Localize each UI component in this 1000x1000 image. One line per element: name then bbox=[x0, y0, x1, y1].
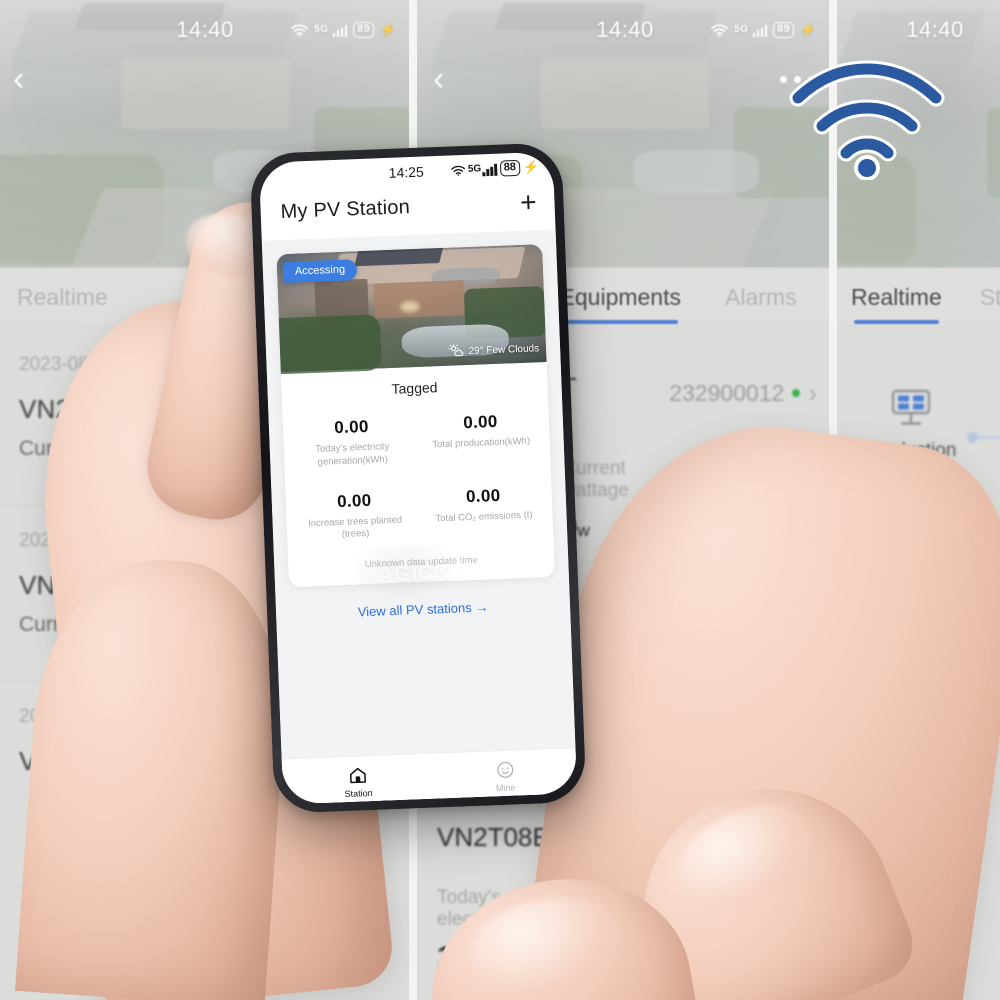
bottom-tab-bar: Station Mine bbox=[281, 747, 578, 805]
status-bar: 14:40 5G 89 ⚡ bbox=[0, 12, 415, 48]
status-clock: 14:40 bbox=[596, 17, 654, 42]
status-icons: 5G 88 ⚡ bbox=[450, 159, 540, 179]
station-card[interactable]: Accessing 29° Few Clouds Tagged 0.00 Tod… bbox=[276, 244, 555, 588]
bolt-icon: ⚡ bbox=[800, 22, 817, 37]
network-type-label: 5G bbox=[734, 24, 749, 35]
bolt-icon: ⚡ bbox=[380, 22, 397, 37]
tab-alarms[interactable]: Alarms bbox=[725, 284, 797, 311]
status-icons: 5G 89 ⚡ bbox=[711, 21, 817, 39]
wifi-icon bbox=[786, 58, 948, 181]
screenshot-root: 14:40 5G 89 ⚡ ‹ Realtime 2023-08-18 14:4… bbox=[0, 0, 1000, 1000]
watermark-text: MAGICK bbox=[359, 561, 451, 588]
station-stats-grid: 0.00 Today's electricity generation(kWh)… bbox=[282, 397, 554, 558]
battery-icon: 89 bbox=[773, 21, 795, 39]
chevron-right-icon[interactable]: › bbox=[808, 378, 817, 409]
status-clock: 14:25 bbox=[388, 163, 425, 181]
tab-bar: Realtime Statistic bbox=[835, 268, 1000, 326]
stat-value: 0.00 bbox=[465, 485, 501, 506]
status-clock: 14:40 bbox=[176, 17, 234, 42]
solar-panel-icon bbox=[884, 386, 938, 432]
wifi-icon bbox=[450, 164, 465, 176]
tab-mine[interactable]: Mine bbox=[495, 760, 516, 794]
status-badge bbox=[792, 389, 801, 397]
network-type-label: 5G bbox=[314, 24, 329, 35]
status-bar: 14:40 bbox=[835, 12, 1000, 48]
wifi-icon bbox=[711, 23, 729, 37]
signal-bars-icon bbox=[482, 162, 497, 176]
wifi-icon bbox=[291, 23, 309, 37]
weather-badge: 29° Few Clouds bbox=[447, 340, 539, 361]
tab-realtime[interactable]: Realtime bbox=[851, 284, 942, 324]
phone-content: Accessing 29° Few Clouds Tagged 0.00 Tod… bbox=[261, 229, 578, 805]
tab-statistic[interactable]: Statistic bbox=[980, 284, 1000, 311]
equipment-serial: 232900012 bbox=[669, 379, 785, 406]
battery-icon: 89 bbox=[353, 21, 375, 39]
status-icons: 5G 89 ⚡ bbox=[291, 21, 397, 39]
stat-value: 0.00 bbox=[462, 411, 498, 433]
stat-label: Total CO₂ emissions (t) bbox=[435, 509, 533, 524]
weather-text: 29° Few Clouds bbox=[468, 343, 540, 357]
sun-cloud-icon bbox=[447, 343, 465, 361]
stat-co2-emissions: 0.00 Total CO₂ emissions (t) bbox=[418, 475, 550, 554]
network-type-label: 5G bbox=[467, 163, 482, 175]
battery-icon: 88 bbox=[499, 159, 521, 177]
stat-label: Today's electricity generation(kWh) bbox=[315, 441, 390, 468]
tab-realtime[interactable]: Realtime bbox=[17, 284, 108, 311]
bolt-icon: ⚡ bbox=[522, 159, 540, 175]
tab-equipments[interactable]: Equipments bbox=[560, 284, 681, 324]
tab-label: Station bbox=[344, 787, 373, 800]
stat-label: Total producation(kWh) bbox=[432, 435, 531, 451]
back-chevron-icon[interactable]: ‹ bbox=[433, 62, 444, 96]
plus-icon[interactable]: + bbox=[520, 186, 538, 218]
phone-screen: 14:25 5G 88 ⚡ My PV Station + Accessing … bbox=[258, 151, 578, 805]
signal-bars-icon bbox=[752, 24, 768, 37]
page-title: My PV Station bbox=[280, 195, 411, 223]
stat-total-production: 0.00 Total producation(kWh) bbox=[415, 401, 547, 480]
status-clock: 14:40 bbox=[906, 17, 964, 42]
tab-station[interactable]: Station bbox=[344, 765, 373, 799]
account-circle-icon bbox=[495, 760, 515, 781]
status-badge: Accessing bbox=[282, 259, 358, 284]
back-chevron-icon[interactable]: ‹ bbox=[13, 62, 24, 96]
watermark: MAGICK bbox=[351, 550, 459, 600]
signal-bars-icon bbox=[332, 24, 348, 37]
stat-label: Increase trees planted (trees) bbox=[307, 514, 403, 541]
stat-today-generation: 0.00 Today's electricity generation(kWh) bbox=[286, 406, 418, 485]
status-bar: 14:40 5G 89 ⚡ bbox=[415, 12, 835, 48]
stat-value: 0.00 bbox=[333, 416, 369, 438]
station-photo: Accessing 29° Few Clouds bbox=[276, 244, 547, 376]
tab-label: Mine bbox=[495, 782, 516, 794]
smartphone-device: 14:25 5G 88 ⚡ My PV Station + Accessing … bbox=[249, 142, 587, 814]
flow-connector bbox=[967, 432, 1000, 443]
home-station-icon bbox=[344, 765, 373, 786]
stat-value: 0.00 bbox=[336, 490, 372, 511]
